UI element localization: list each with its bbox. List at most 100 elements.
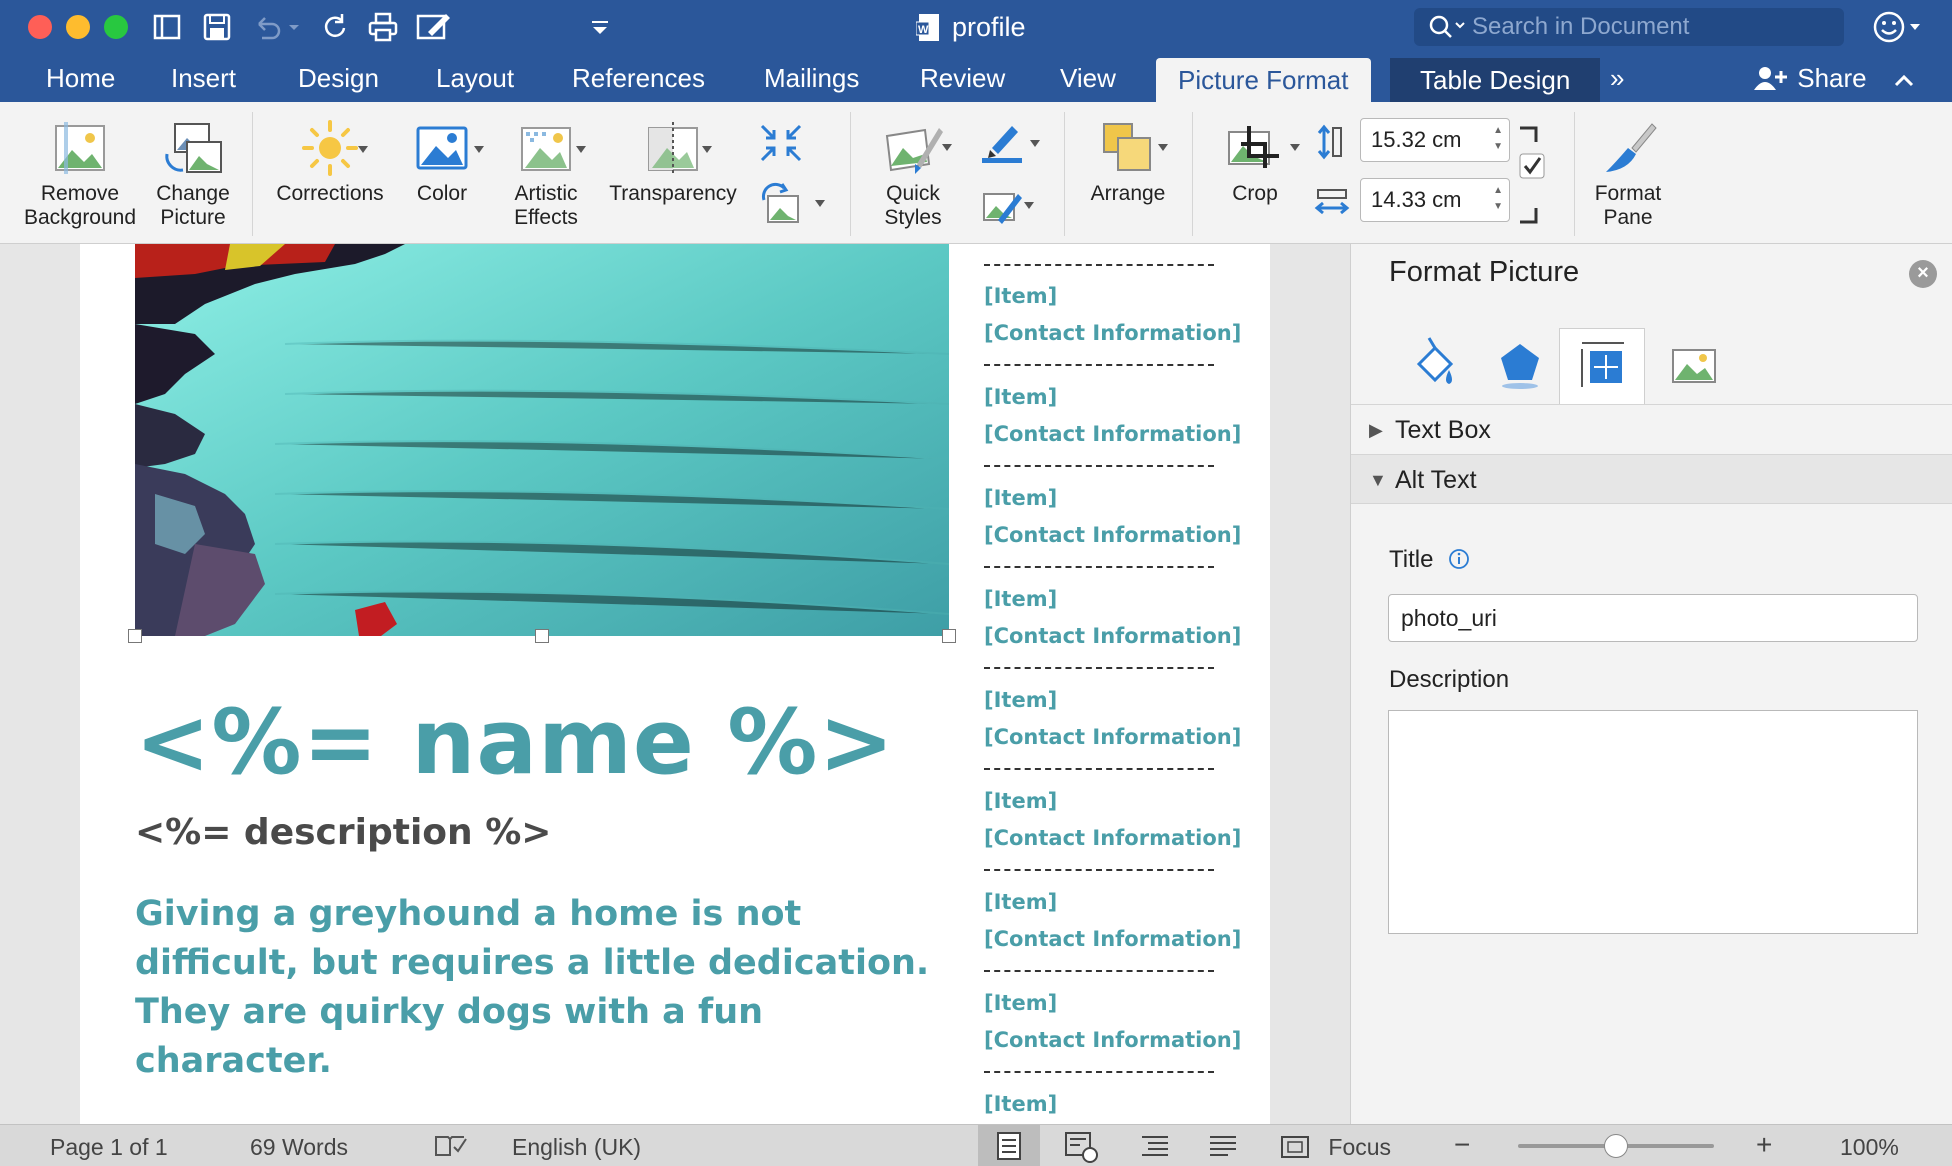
height-spin-arrows[interactable]: ▲ ▼ [1493,123,1503,155]
format-pane-button[interactable]: Format Pane [1580,118,1676,230]
close-pane-icon[interactable]: × [1909,260,1937,288]
save-icon[interactable] [200,10,234,44]
crop-button[interactable]: Crop [1210,118,1300,206]
outline-view-button[interactable] [1124,1125,1186,1166]
print-icon[interactable] [366,10,400,44]
contact-information-label[interactable]: [Contact Information] [984,1028,1241,1052]
contact-information-label[interactable]: [Contact Information] [984,725,1241,749]
quick-styles-button[interactable]: Quick Styles [866,118,960,230]
name-placeholder-heading[interactable]: <%= name %> [135,690,895,795]
width-spin-arrows[interactable]: ▲ ▼ [1493,183,1503,215]
effects-tab[interactable] [1477,330,1563,402]
web-layout-view-button[interactable] [1050,1125,1112,1166]
picture-border-dropdown-icon[interactable] [1030,140,1040,147]
remove-background-button[interactable]: Remove Background [18,118,142,230]
quick-styles-dropdown-icon[interactable] [942,144,952,151]
tab-references[interactable]: References [572,52,705,102]
artistic-effects-dropdown-icon[interactable] [576,146,586,153]
draft-view-button[interactable] [1192,1125,1254,1166]
alt-description-textarea[interactable] [1388,710,1918,934]
transparency-button[interactable]: Transparency [602,118,744,206]
contact-information-label[interactable]: [Contact Information] [984,826,1241,850]
width-stepper[interactable]: 14.33 cm ▲ ▼ [1360,178,1510,222]
resize-handle-bottom-center[interactable] [535,629,549,643]
alt-text-section[interactable]: ▼ Alt Text [1351,454,1952,504]
reset-picture-dropdown-icon[interactable] [815,200,825,207]
proofing-book-icon[interactable] [434,1133,468,1159]
undo-dropdown-icon[interactable] [284,10,304,44]
contact-information-label[interactable]: [Contact Information] [984,927,1241,951]
tab-design[interactable]: Design [298,52,379,102]
arrange-button[interactable]: Arrange [1078,118,1178,206]
resize-handle-bottom-left[interactable] [128,629,142,643]
info-icon[interactable] [1448,548,1470,570]
feedback-smiley-icon[interactable] [1872,10,1924,44]
list-item-label[interactable]: [Item] [984,890,1057,914]
close-window-button[interactable] [28,15,52,39]
compress-pictures-icon[interactable] [758,122,804,164]
contact-information-label[interactable]: [Contact Information] [984,523,1241,547]
zoom-in-button[interactable]: + [1756,1129,1772,1161]
collapse-ribbon-chevron-icon[interactable] [1894,52,1914,102]
contact-information-label[interactable]: [Contact Information] [984,321,1241,345]
color-dropdown-icon[interactable] [474,146,484,153]
undo-icon[interactable] [250,10,284,44]
print-layout-view-button[interactable] [978,1125,1040,1166]
list-item-label[interactable]: [Item] [984,486,1057,510]
more-tabs-chevron-icon[interactable]: » [1610,52,1624,102]
height-stepper[interactable]: 15.32 cm ▲ ▼ [1360,118,1510,162]
tab-view[interactable]: View [1060,52,1116,102]
picture-border-icon[interactable] [978,120,1026,164]
redo-icon[interactable] [318,10,352,44]
tab-table-design[interactable]: Table Design [1390,58,1601,102]
arrange-dropdown-icon[interactable] [1158,144,1168,151]
change-picture-button[interactable]: Change Picture [148,118,238,230]
edit-document-icon[interactable] [414,10,454,44]
transparency-dropdown-icon[interactable] [702,146,712,153]
crop-dropdown-icon[interactable] [1290,144,1300,151]
reset-picture-icon[interactable] [758,182,804,228]
sidebar-toggle-icon[interactable] [150,10,184,44]
list-item-label[interactable]: [Item] [984,991,1057,1015]
tab-picture-format[interactable]: Picture Format [1156,58,1371,102]
zoom-level[interactable]: 100% [1840,1134,1899,1161]
alt-title-input[interactable]: photo_uri [1388,594,1918,642]
tab-home[interactable]: Home [46,52,115,102]
tab-mailings[interactable]: Mailings [764,52,859,102]
page-count[interactable]: Page 1 of 1 [50,1134,168,1161]
picture-effects-icon[interactable] [978,186,1026,228]
zoom-out-button[interactable]: − [1454,1129,1470,1161]
text-box-section[interactable]: ▶ Text Box [1351,404,1952,454]
tab-review[interactable]: Review [920,52,1005,102]
list-item-label[interactable]: [Item] [984,385,1057,409]
color-button[interactable]: Color [404,118,480,206]
picture-effects-dropdown-icon[interactable] [1024,202,1034,209]
list-item-label[interactable]: [Item] [984,284,1057,308]
selected-photo[interactable] [135,244,949,636]
share-button[interactable]: Share [1754,52,1867,102]
search-input[interactable]: Search in Document [1414,8,1844,46]
list-item-label[interactable]: [Item] [984,1092,1057,1116]
focus-mode-button[interactable]: Focus [1280,1134,1391,1161]
resize-handle-bottom-right[interactable] [942,629,956,643]
word-count[interactable]: 69 Words [250,1134,348,1161]
tab-layout[interactable]: Layout [436,52,514,102]
picture-tab[interactable] [1651,330,1737,402]
artistic-effects-button[interactable]: Artistic Effects [500,118,592,230]
list-item-label[interactable]: [Item] [984,789,1057,813]
document-page[interactable]: <%= name %> <%= description %> Giving a … [80,244,1270,1124]
fill-line-tab[interactable] [1389,330,1475,402]
contact-information-label[interactable]: [Contact Information] [984,624,1241,648]
corrections-dropdown-icon[interactable] [358,146,368,153]
language-indicator[interactable]: English (UK) [512,1134,641,1161]
corrections-button[interactable]: Corrections [266,118,394,206]
contact-information-label[interactable]: [Contact Information] [984,422,1241,446]
list-item-label[interactable]: [Item] [984,587,1057,611]
lock-aspect-ratio-icon[interactable] [1516,124,1546,228]
list-item-label[interactable]: [Item] [984,688,1057,712]
body-paragraph[interactable]: Giving a greyhound a home is not difficu… [135,890,965,1086]
zoom-slider-thumb[interactable] [1604,1134,1628,1158]
size-properties-tab[interactable] [1559,328,1645,404]
description-placeholder[interactable]: <%= description %> [135,812,551,853]
tab-insert[interactable]: Insert [171,52,236,102]
